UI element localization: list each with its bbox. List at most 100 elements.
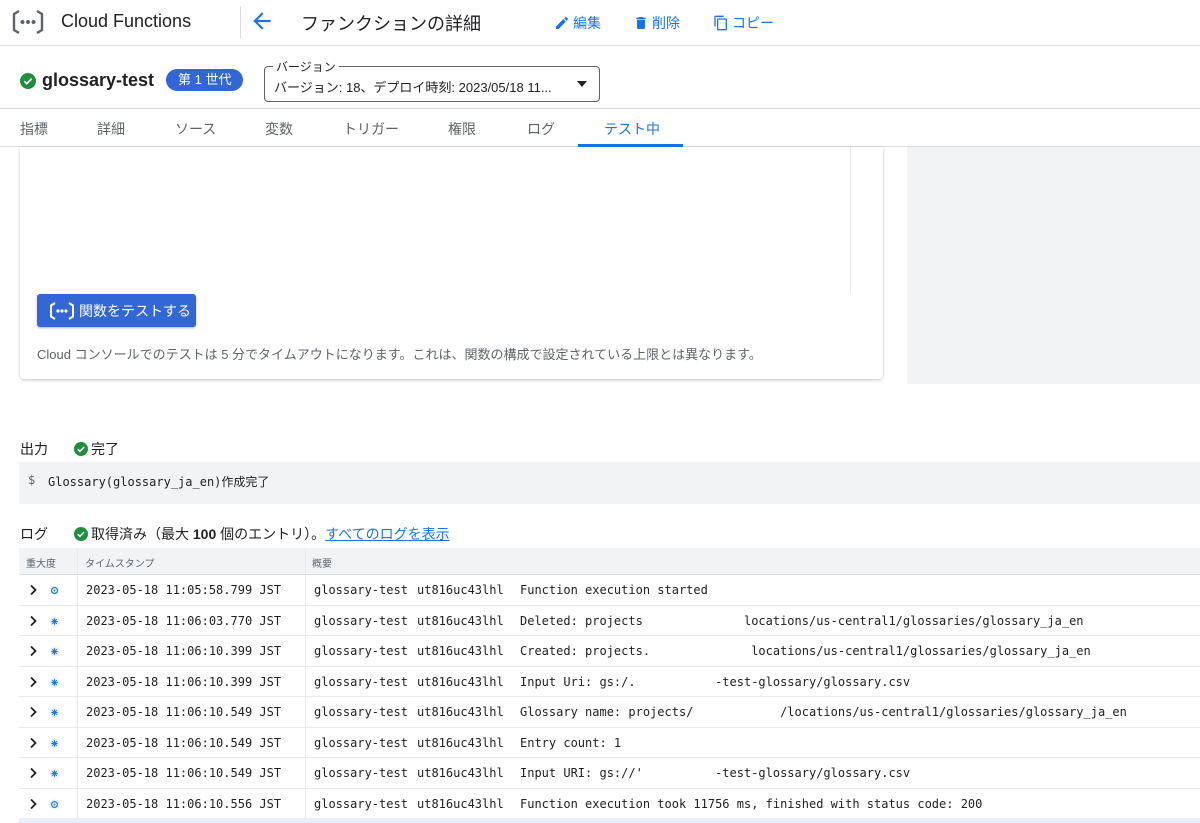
output-label: 出力 [20, 441, 48, 457]
column-divider [77, 697, 78, 727]
caret-down-icon [577, 81, 587, 87]
log-message: Created: projects. locations/us-central1… [520, 644, 1091, 658]
log-execution-id: ut816uc43lhl [417, 766, 504, 780]
column-divider [305, 758, 306, 788]
tab-details[interactable]: 詳細 [97, 119, 125, 139]
log-timestamp: 2023-05-18 11:06:10.549 JST [86, 735, 282, 750]
edit-label: 編集 [573, 15, 601, 31]
log-timestamp: 2023-05-18 11:06:10.399 JST [86, 644, 282, 658]
debug-severity-icon [49, 798, 60, 810]
log-timestamp: 2023-05-18 11:05:58.799 JST [86, 583, 282, 597]
check-circle-icon [20, 73, 36, 89]
cloud-functions-icon [50, 301, 74, 320]
copy-label: コピー [732, 15, 774, 31]
column-summary[interactable]: 概要 [312, 555, 332, 570]
chevron-right-icon[interactable] [29, 615, 38, 627]
log-row[interactable]: 2023-05-18 11:06:10.556 JST glossary-test… [19, 788, 1200, 819]
trigger-event-editor[interactable] [20, 147, 851, 294]
chevron-right-icon[interactable] [29, 767, 38, 779]
tab-metrics[interactable]: 指標 [20, 119, 48, 139]
tab-trigger[interactable]: トリガー [343, 119, 399, 139]
log-execution-id: ut816uc43lhl [417, 644, 504, 658]
back-arrow-icon[interactable] [249, 8, 275, 34]
page-title: ファンクションの詳細 [301, 14, 481, 34]
log-row[interactable]: 2023-05-18 11:06:10.399 JST glossary-test… [19, 666, 1200, 697]
chevron-right-icon[interactable] [29, 584, 38, 596]
version-select[interactable]: バージョン バージョン: 18、デプロイ時刻: 2023/05/18 11... [264, 58, 600, 102]
chevron-right-icon[interactable] [29, 737, 38, 749]
column-divider [77, 575, 78, 605]
app-title: Cloud Functions [61, 11, 192, 31]
chevron-right-icon[interactable] [29, 676, 38, 688]
column-divider [305, 548, 306, 574]
log-row[interactable]: 2023-05-18 11:06:10.399 JST glossary-test… [19, 636, 1200, 667]
tab-source[interactable]: ソース [175, 119, 216, 139]
function-name: glossary-test [42, 70, 155, 90]
test-function-label: 関数をテストする [79, 302, 191, 319]
column-divider [305, 666, 306, 696]
log-row[interactable]: 2023-05-18 11:06:10.549 JST glossary-test… [19, 758, 1200, 789]
log-function-name: glossary-test [314, 644, 408, 658]
cloud-functions-logo-icon[interactable] [10, 8, 46, 36]
column-severity[interactable]: 重大度 [26, 555, 56, 570]
output-prompt: $ [28, 473, 36, 487]
log-row[interactable]: 2023-05-18 11:06:10.549 JST glossary-test… [19, 697, 1200, 728]
top-bar: Cloud Functions ファンクションの詳細 編集 削除 コピー [0, 0, 1200, 46]
timeout-note: Cloud コンソールでのテストは 5 分でタイムアウトになります。これは、関数… [37, 347, 762, 362]
column-divider [77, 636, 78, 666]
trash-icon [636, 17, 646, 29]
tab-variables[interactable]: 変数 [265, 119, 293, 139]
column-divider [77, 548, 78, 574]
log-execution-id: ut816uc43lhl [417, 613, 504, 628]
column-divider [305, 575, 306, 605]
log-message: Entry count: 1 [520, 735, 622, 750]
tab-bar: 指標 詳細 ソース 変数 トリガー 権限 ログ テスト中 [0, 110, 1200, 147]
logs-label: ログ [20, 526, 48, 542]
default-severity-icon [49, 707, 60, 718]
chevron-right-icon[interactable] [29, 706, 38, 718]
column-divider [305, 697, 306, 727]
output-status: 完了 [74, 439, 119, 459]
logs-status-count: 100 [192, 526, 217, 542]
log-message: Function execution started [520, 583, 708, 597]
tab-logs[interactable]: ログ [527, 119, 555, 139]
edit-button[interactable]: 編集 [554, 13, 601, 33]
log-function-name: glossary-test [314, 796, 408, 811]
tab-permissions[interactable]: 権限 [448, 119, 476, 139]
log-row[interactable]: 2023-05-18 11:06:10.549 JST glossary-test… [19, 727, 1200, 758]
logs-status-prefix: 取得済み（最大 [91, 526, 193, 542]
log-timestamp: 2023-05-18 11:06:10.556 JST [86, 796, 282, 811]
default-severity-icon [49, 768, 60, 779]
chevron-right-icon[interactable] [29, 798, 38, 810]
log-row[interactable]: 2023-05-18 11:06:03.770 JST glossary-test… [19, 605, 1200, 636]
log-row[interactable]: 2023-05-18 11:05:58.799 JST glossary-test… [19, 575, 1200, 606]
chevron-right-icon[interactable] [29, 645, 38, 657]
log-function-name: glossary-test [314, 705, 408, 719]
column-divider [77, 666, 78, 696]
test-function-button[interactable]: 関数をテストする [37, 294, 196, 327]
delete-button[interactable]: 削除 [633, 13, 680, 33]
column-divider [77, 758, 78, 788]
log-message: Input Uri: gs:/. -test-glossary/glossary… [520, 674, 911, 689]
tab-testing[interactable]: テスト中 [604, 119, 660, 139]
default-severity-icon [49, 615, 60, 627]
topbar-divider [240, 6, 241, 38]
debug-severity-icon [49, 585, 60, 596]
log-execution-id: ut816uc43lhl [417, 796, 504, 811]
copy-button[interactable]: コピー [713, 13, 774, 33]
log-timestamp: 2023-05-18 11:06:10.549 JST [86, 766, 282, 780]
log-table: 重大度 タイムスタンプ 概要 2023-05-18 11:05:58.799 J… [19, 548, 1200, 819]
log-table-header: 重大度 タイムスタンプ 概要 [19, 548, 1200, 575]
function-header: glossary-test 第 1 世代 バージョン バージョン: 18、デプロ… [0, 47, 1200, 109]
generation-badge: 第 1 世代 [166, 69, 244, 91]
log-function-name: glossary-test [314, 613, 408, 628]
column-timestamp[interactable]: タイムスタンプ [85, 555, 155, 570]
log-execution-id: ut816uc43lhl [417, 705, 504, 719]
delete-label: 削除 [652, 15, 680, 31]
column-divider [305, 727, 306, 757]
check-circle-icon [74, 442, 88, 456]
copy-icon [714, 15, 727, 31]
log-message: Function execution took 11756 ms, finish… [520, 796, 983, 811]
view-all-logs-link[interactable]: すべてのログを表示 [325, 526, 449, 542]
default-severity-icon [49, 676, 60, 688]
